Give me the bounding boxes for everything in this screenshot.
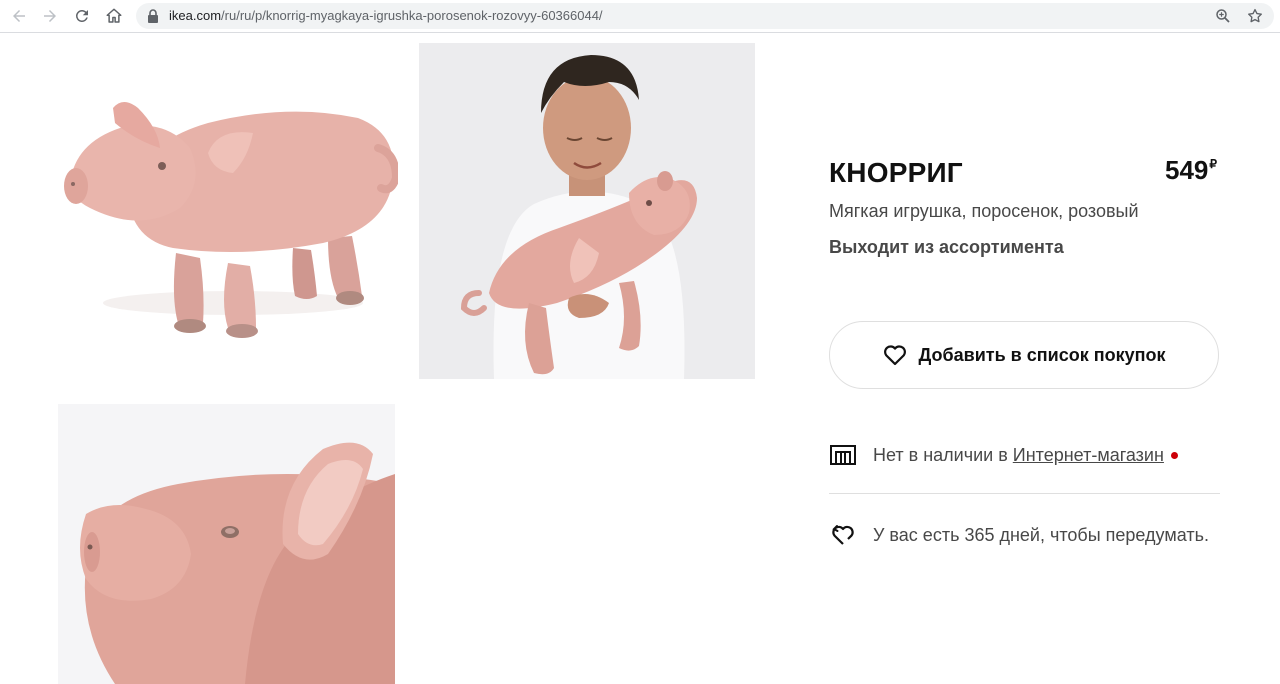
pig-toy-illustration	[64, 102, 398, 338]
reload-button[interactable]	[71, 5, 93, 27]
out-of-stock-indicator	[1170, 451, 1178, 459]
reload-icon	[75, 9, 88, 22]
product-description: Мягкая игрушка, поросенок, розовый	[829, 201, 1139, 221]
online-store-link[interactable]: Интернет-магазин	[1013, 445, 1164, 466]
product-image-side[interactable]	[58, 48, 398, 378]
stock-text: Нет в наличии в	[873, 444, 1008, 465]
add-to-shopping-list-label: Добавить в список покупок	[918, 344, 1166, 365]
divider	[829, 493, 1220, 494]
heart-icon	[883, 345, 906, 366]
url-path: /ru/ru/p/knorrig-myagkaya-igrushka-poros…	[221, 8, 603, 23]
price-currency: ₽	[1209, 157, 1218, 171]
store-icon	[830, 445, 856, 465]
price-value: 549	[1165, 155, 1209, 185]
return-policy: У вас есть 365 дней, чтобы передумать.	[829, 520, 1229, 550]
boy-with-pig-illustration	[419, 43, 755, 379]
zoom-icon[interactable]	[1214, 7, 1232, 25]
url-text: ikea.com/ru/ru/p/knorrig-myagkaya-igrush…	[169, 8, 603, 23]
home-icon	[106, 8, 122, 23]
product-image-lifestyle[interactable]	[419, 43, 755, 379]
heart-return-icon	[832, 525, 854, 545]
lock-icon	[148, 9, 158, 23]
forward-button[interactable]	[39, 5, 61, 27]
browser-toolbar: ikea.com/ru/ru/p/knorrig-myagkaya-igrush…	[0, 0, 1280, 33]
address-bar[interactable]: ikea.com/ru/ru/p/knorrig-myagkaya-igrush…	[136, 3, 1274, 29]
add-to-shopping-list-button[interactable]: Добавить в список покупок	[829, 321, 1219, 389]
product-status: Выходит из ассортимента	[829, 237, 1064, 257]
bookmark-star-icon[interactable]	[1246, 7, 1264, 25]
product-image-closeup[interactable]	[58, 404, 395, 684]
product-price: 549₽	[1165, 155, 1217, 186]
online-stock-status: Нет в наличии в Интернет-магазин	[829, 440, 1220, 470]
back-button[interactable]	[8, 5, 30, 27]
return-policy-text: У вас есть 365 дней, чтобы передумать.	[873, 524, 1209, 545]
home-button[interactable]	[103, 5, 125, 27]
product-title: КНОРРИГ	[829, 157, 963, 188]
pig-head-closeup-illustration	[58, 404, 395, 684]
arrow-left-icon	[13, 10, 25, 22]
url-domain: ikea.com	[169, 8, 222, 23]
arrow-right-icon	[44, 10, 56, 22]
